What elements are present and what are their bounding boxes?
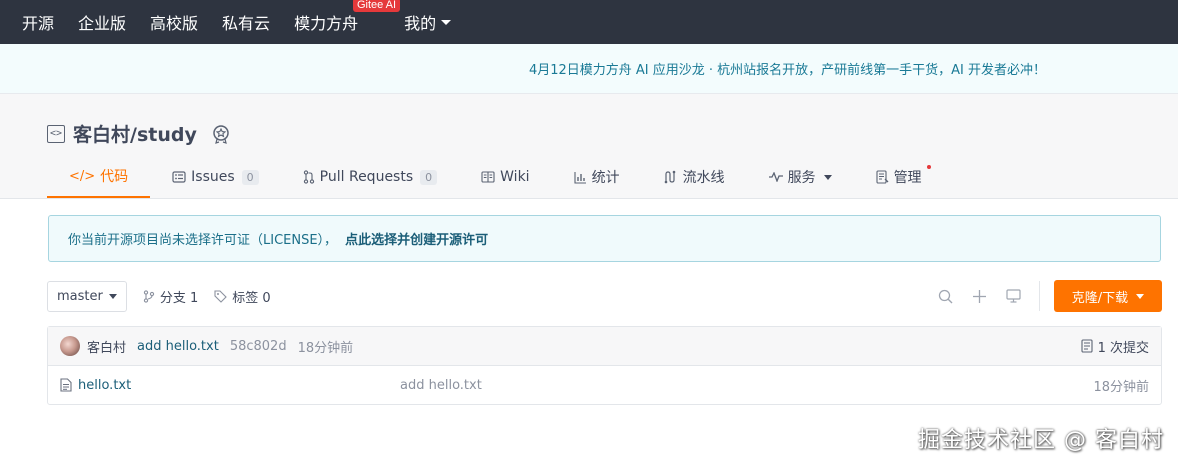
nav-item-private-cloud[interactable]: 私有云 bbox=[222, 10, 270, 34]
search-icon[interactable] bbox=[937, 288, 953, 304]
tab-label: Issues bbox=[191, 169, 235, 185]
commit-time: 18分钟前 bbox=[297, 340, 354, 356]
service-icon bbox=[768, 172, 783, 182]
repo-tabs: </> 代码 Issues 0 Pull Requests 0 Wiki 统计 … bbox=[47, 156, 944, 198]
chevron-down-icon bbox=[108, 293, 117, 299]
nav-item-label: 私有云 bbox=[222, 14, 271, 33]
tab-code[interactable]: </> 代码 bbox=[47, 156, 151, 198]
file-table: 客白村 add hello.txt 58c802d 18分钟前 1 次提交 he… bbox=[47, 326, 1162, 405]
tab-label: 统计 bbox=[591, 170, 620, 186]
code-icon: </> bbox=[69, 168, 96, 184]
top-nav: 开源 企业版 高校版 私有云 模力方舟 Gitee AI 我的 bbox=[0, 0, 1178, 44]
commit-sha[interactable]: 58c802d bbox=[230, 339, 287, 354]
nav-item-label: 企业版 bbox=[78, 14, 127, 33]
nav-item-label: 高校版 bbox=[150, 14, 199, 33]
repo-title: <> 客白村/study bbox=[47, 120, 231, 147]
nav-item-label: 模力方舟 bbox=[294, 14, 359, 33]
tag-icon bbox=[214, 289, 228, 303]
tab-pull-requests[interactable]: Pull Requests 0 bbox=[281, 156, 459, 198]
announcement-link[interactable]: 4月12日模力方舟 AI 应用沙龙 · 杭州站报名开放，产研前线第一手干货，AI… bbox=[529, 59, 1046, 78]
latest-commit-row: 客白村 add hello.txt 58c802d 18分钟前 1 次提交 bbox=[48, 327, 1161, 366]
award-icon[interactable] bbox=[211, 124, 231, 144]
nav-item-label: 我的 bbox=[404, 14, 437, 33]
tags-count: 标签 0 bbox=[232, 290, 271, 306]
commit-count-link[interactable]: 1 次提交 bbox=[1081, 337, 1149, 356]
pull-request-icon bbox=[303, 170, 314, 184]
avatar[interactable] bbox=[60, 336, 80, 356]
tab-count-badge: 0 bbox=[241, 169, 259, 185]
create-license-link[interactable]: 点此选择并创建开源许可 bbox=[345, 229, 488, 248]
watermark: 掘金技术社区 @ 客白村 bbox=[918, 428, 1164, 453]
tab-label: 代码 bbox=[100, 169, 129, 185]
repo-header: <> 客白村/study </> 代码 Issues 0 Pull Reques… bbox=[0, 94, 1178, 199]
file-icon bbox=[60, 378, 72, 392]
branch-icon bbox=[143, 289, 154, 303]
commit-list-icon bbox=[1081, 339, 1093, 353]
pipeline-icon bbox=[664, 170, 675, 184]
tab-services[interactable]: 服务 bbox=[747, 156, 854, 198]
branches-link[interactable]: 分支 1 bbox=[143, 287, 198, 306]
chevron-down-icon bbox=[823, 174, 832, 180]
tab-label: Pull Requests bbox=[319, 169, 414, 185]
commit-message[interactable]: add hello.txt bbox=[137, 339, 219, 354]
branch-name: master bbox=[57, 288, 103, 304]
tab-issues[interactable]: Issues 0 bbox=[150, 156, 281, 198]
notification-dot bbox=[926, 165, 931, 169]
branch-bar: master 分支 1 标签 0 克隆/下载 bbox=[47, 280, 1162, 312]
tab-pipeline[interactable]: 流水线 bbox=[642, 156, 747, 198]
tab-stats[interactable]: 统计 bbox=[552, 156, 642, 198]
file-name[interactable]: hello.txt bbox=[78, 378, 131, 393]
nav-item-education[interactable]: 高校版 bbox=[150, 10, 198, 34]
table-row[interactable]: hello.txt add hello.txt 18分钟前 bbox=[48, 366, 1161, 404]
tab-label: 管理 bbox=[893, 170, 922, 186]
tab-label: 服务 bbox=[787, 170, 816, 186]
tab-manage[interactable]: 管理 bbox=[854, 156, 944, 198]
nav-item-enterprise[interactable]: 企业版 bbox=[78, 10, 126, 34]
license-text: 你当前开源项目尚未选择许可证（LICENSE）， bbox=[68, 233, 338, 248]
gitee-ai-badge: Gitee AI bbox=[352, 0, 401, 12]
repo-code-icon: <> bbox=[47, 124, 65, 143]
nav-item-mine[interactable]: 我的 bbox=[404, 10, 452, 34]
tab-label: 流水线 bbox=[682, 170, 725, 186]
toolbar-icons: 克隆/下载 bbox=[919, 280, 1162, 312]
add-icon[interactable] bbox=[971, 288, 987, 304]
wiki-icon bbox=[481, 171, 495, 183]
commit-count: 1 次提交 bbox=[1097, 340, 1149, 356]
tab-count-badge: 0 bbox=[420, 169, 438, 185]
tags-link[interactable]: 标签 0 bbox=[214, 287, 271, 306]
chevron-down-icon bbox=[441, 19, 452, 25]
nav-item-label: 开源 bbox=[22, 14, 55, 33]
branches-count: 分支 1 bbox=[159, 290, 199, 306]
announcement-banner: 4月12日模力方舟 AI 应用沙龙 · 杭州站报名开放，产研前线第一手干货，AI… bbox=[0, 44, 1178, 94]
web-ide-icon[interactable] bbox=[1005, 288, 1021, 304]
license-notice: 你当前开源项目尚未选择许可证（LICENSE）， 点此选择并创建开源许可 bbox=[48, 215, 1161, 262]
chevron-down-icon bbox=[1136, 293, 1145, 299]
file-commit-message[interactable]: add hello.txt bbox=[400, 378, 482, 393]
commit-author[interactable]: 客白村 bbox=[87, 337, 126, 356]
toolbar-divider bbox=[1039, 281, 1040, 311]
nav-item-moli[interactable]: 模力方舟 Gitee AI bbox=[294, 0, 401, 34]
clone-download-button[interactable]: 克隆/下载 bbox=[1054, 280, 1162, 312]
issues-icon bbox=[172, 171, 186, 183]
chart-icon bbox=[574, 171, 586, 184]
clone-button-label: 克隆/下载 bbox=[1071, 290, 1129, 306]
file-time: 18分钟前 bbox=[1093, 379, 1149, 395]
nav-item-opensource[interactable]: 开源 bbox=[22, 10, 54, 34]
tab-label: Wiki bbox=[500, 169, 530, 185]
branch-select[interactable]: master bbox=[47, 280, 127, 312]
repo-name[interactable]: 客白村/study bbox=[73, 120, 197, 147]
tab-wiki[interactable]: Wiki bbox=[459, 156, 551, 198]
manage-icon bbox=[876, 170, 889, 184]
